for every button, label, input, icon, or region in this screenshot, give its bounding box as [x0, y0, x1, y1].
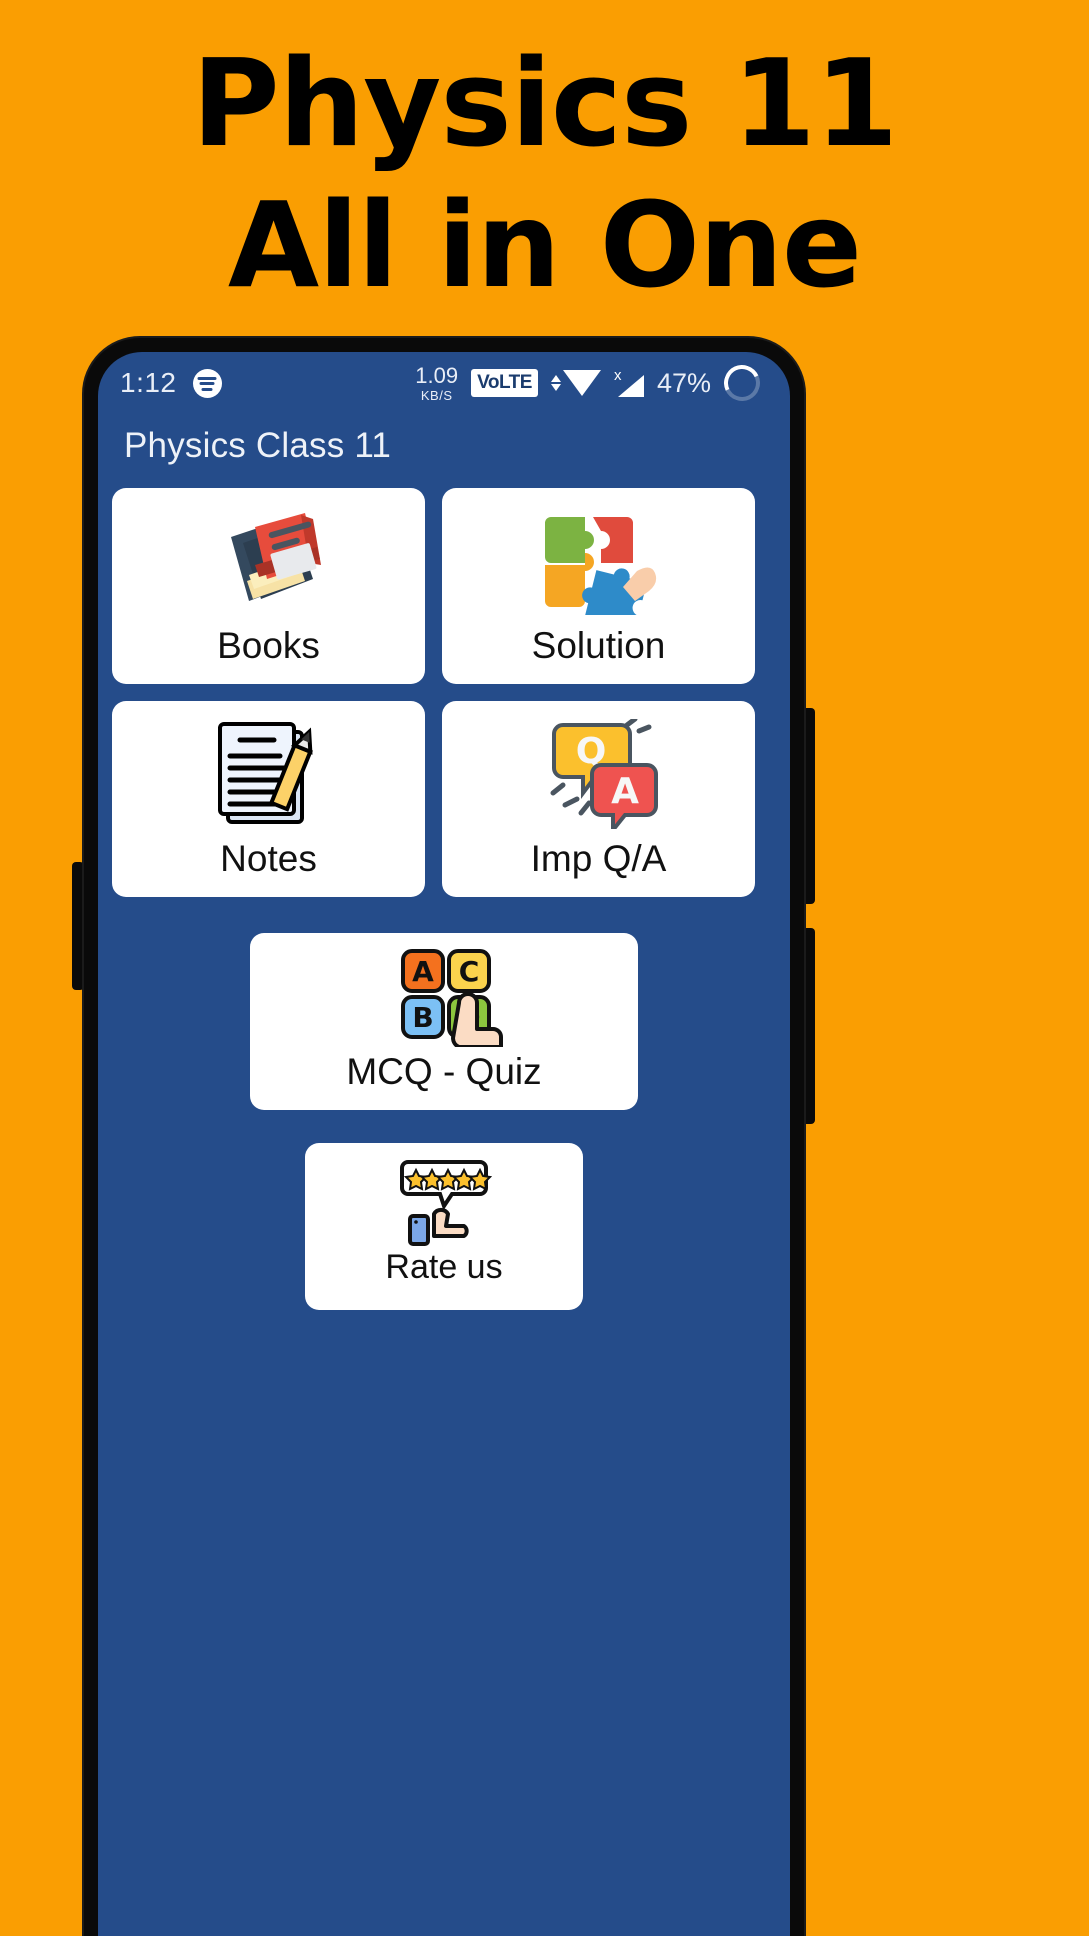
battery-percent-label: 47% [656, 367, 711, 398]
menu-item-label: MCQ - Quiz [346, 1050, 542, 1092]
menu-item-rate-us[interactable]: Rate us [305, 1143, 583, 1310]
status-bar-right: 1.09 KB/S VoLTE x 47% [415, 359, 766, 407]
promo-title-line-2: All in One [227, 175, 862, 314]
phone-power-button[interactable] [72, 862, 84, 990]
phone-screen: 1:12 1.09 KB/S VoLTE x 47% Physics Class… [98, 352, 790, 1936]
svg-text:B: B [412, 1001, 433, 1034]
book-icon [213, 503, 325, 619]
status-bar-clock: 1:12 [120, 367, 177, 398]
menu-item-label: Notes [220, 838, 317, 879]
volte-icon: VoLTE [471, 369, 538, 397]
cellular-signal-icon: x [614, 367, 644, 397]
data-transfer-arrows-icon [550, 375, 561, 391]
battery-circle-icon [718, 359, 766, 407]
promo-title-line-1: Physics 11 [191, 35, 898, 174]
puzzle-pieces-icon [541, 503, 657, 619]
menu-grid: Books Solution Notes Q A Imp Q/A A C B M… [98, 488, 790, 1310]
abcd-choice-tap-icon: A C B D [381, 948, 507, 1047]
menu-item-mcq-quiz[interactable]: A C B D MCQ - Quiz [250, 933, 638, 1110]
status-bar-left: 1:12 [120, 367, 222, 399]
network-speed-value: 1.09 [415, 362, 459, 388]
menu-item-label: Imp Q/A [530, 838, 667, 879]
question-answer-bubbles-icon: Q A [539, 716, 659, 832]
page-title: Physics Class 11 [124, 426, 392, 465]
status-bar: 1:12 1.09 KB/S VoLTE x 47% [98, 352, 790, 414]
menu-row-rate: Rate us [112, 1127, 776, 1310]
menu-item-imp-qa[interactable]: Q A Imp Q/A [442, 701, 755, 897]
spotify-icon [192, 368, 222, 398]
phone-frame: 1:12 1.09 KB/S VoLTE x 47% Physics Class… [84, 338, 804, 1936]
menu-item-solution[interactable]: Solution [442, 488, 755, 684]
svg-text:C: C [459, 955, 480, 988]
app-bar: Physics Class 11 [98, 414, 790, 488]
menu-item-notes[interactable]: Notes [112, 701, 425, 897]
menu-item-label: Solution [531, 625, 666, 666]
network-speed-indicator: 1.09 KB/S [415, 362, 459, 403]
five-stars-thumbs-up-icon [392, 1160, 496, 1246]
menu-item-books[interactable]: Books [112, 488, 425, 684]
svg-text:A: A [611, 771, 639, 812]
menu-item-label: Books [217, 625, 320, 666]
wifi-icon [550, 370, 601, 396]
menu-row-mcq: A C B D MCQ - Quiz [112, 914, 776, 1110]
menu-item-label: Rate us [385, 1248, 503, 1286]
svg-text:A: A [412, 955, 434, 988]
network-speed-unit: KB/S [420, 387, 453, 403]
notepad-pencil-icon [212, 716, 326, 832]
